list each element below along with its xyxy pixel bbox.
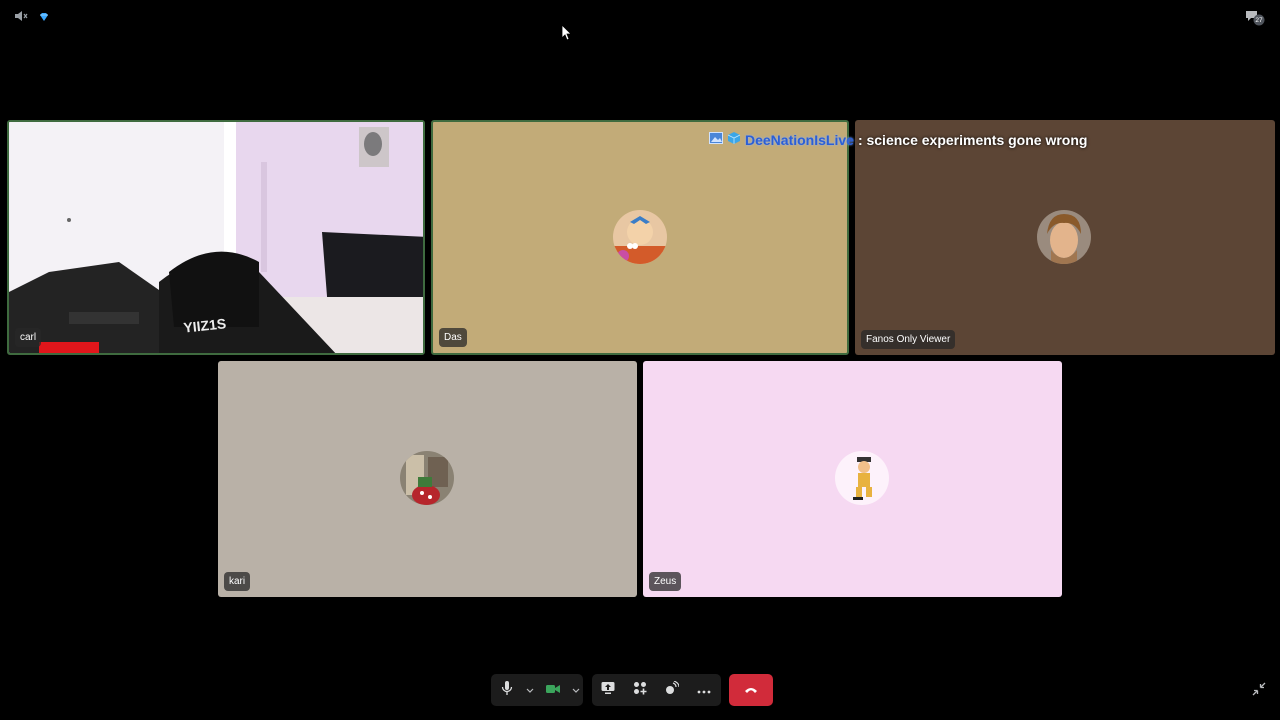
video-camera-icon	[546, 681, 560, 699]
chat-badge-count: 27	[1255, 17, 1263, 24]
share-screen-button[interactable]	[592, 674, 624, 706]
camera-feed: YIIZ1S	[9, 122, 423, 353]
audio-options-button[interactable]	[523, 674, 537, 706]
chevron-down-icon	[526, 681, 534, 699]
avatar	[1037, 210, 1091, 264]
mute-button[interactable]	[491, 674, 523, 706]
more-options-button[interactable]	[688, 674, 720, 706]
video-options-button[interactable]	[569, 674, 583, 706]
collapse-icon	[1252, 682, 1266, 700]
avatar	[613, 210, 667, 264]
participant-name-tag: Das	[439, 328, 467, 347]
call-actions	[592, 674, 721, 706]
diamond-icon[interactable]	[38, 10, 50, 28]
cube-icon	[727, 131, 741, 148]
participant-tile-das[interactable]: Das	[431, 120, 849, 355]
participant-name-tag: carl	[15, 328, 42, 347]
participant-tile-zeus[interactable]: Zeus	[643, 361, 1062, 597]
camera-button[interactable]	[537, 674, 569, 706]
audio-video-controls	[491, 674, 583, 706]
chat-bubbles-icon: 27	[1244, 11, 1266, 32]
participant-tile-kari[interactable]: kari	[218, 361, 637, 597]
hang-up-icon	[744, 681, 758, 699]
activities-icon	[633, 681, 647, 700]
participant-name-tag: Zeus	[649, 572, 682, 591]
more-icon	[697, 681, 711, 699]
microphone-icon	[501, 680, 513, 700]
soundboard-icon	[665, 679, 680, 700]
participant-tile-carl[interactable]: YIIZ1S carl	[7, 120, 425, 355]
participant-name-tag: Fanos Only Viewer	[861, 330, 956, 349]
participant-tile-fanos-only-viewer[interactable]: Fanos Only Viewer	[855, 120, 1275, 355]
avatar	[400, 451, 454, 505]
soundboard-button[interactable]	[656, 674, 688, 706]
stream-title-banner: DeeNationIsLive : science experiments go…	[709, 131, 1087, 148]
avatar	[835, 451, 889, 505]
chevron-down-icon	[572, 681, 580, 699]
exit-fullscreen-button[interactable]	[1252, 682, 1266, 701]
image-icon	[709, 131, 723, 148]
chat-button[interactable]: 27	[1244, 8, 1266, 33]
activities-button[interactable]	[624, 674, 656, 706]
speaker-muted-icon[interactable]	[14, 9, 28, 28]
stream-title: : science experiments gone wrong	[857, 131, 1088, 148]
participant-name-tag: kari	[224, 572, 251, 591]
top-left-controls	[14, 9, 50, 28]
channel-name: DeeNationIsLive	[745, 131, 854, 148]
mouse-cursor	[561, 24, 572, 46]
disconnect-button[interactable]	[729, 674, 773, 706]
screen-share-icon	[601, 681, 615, 700]
